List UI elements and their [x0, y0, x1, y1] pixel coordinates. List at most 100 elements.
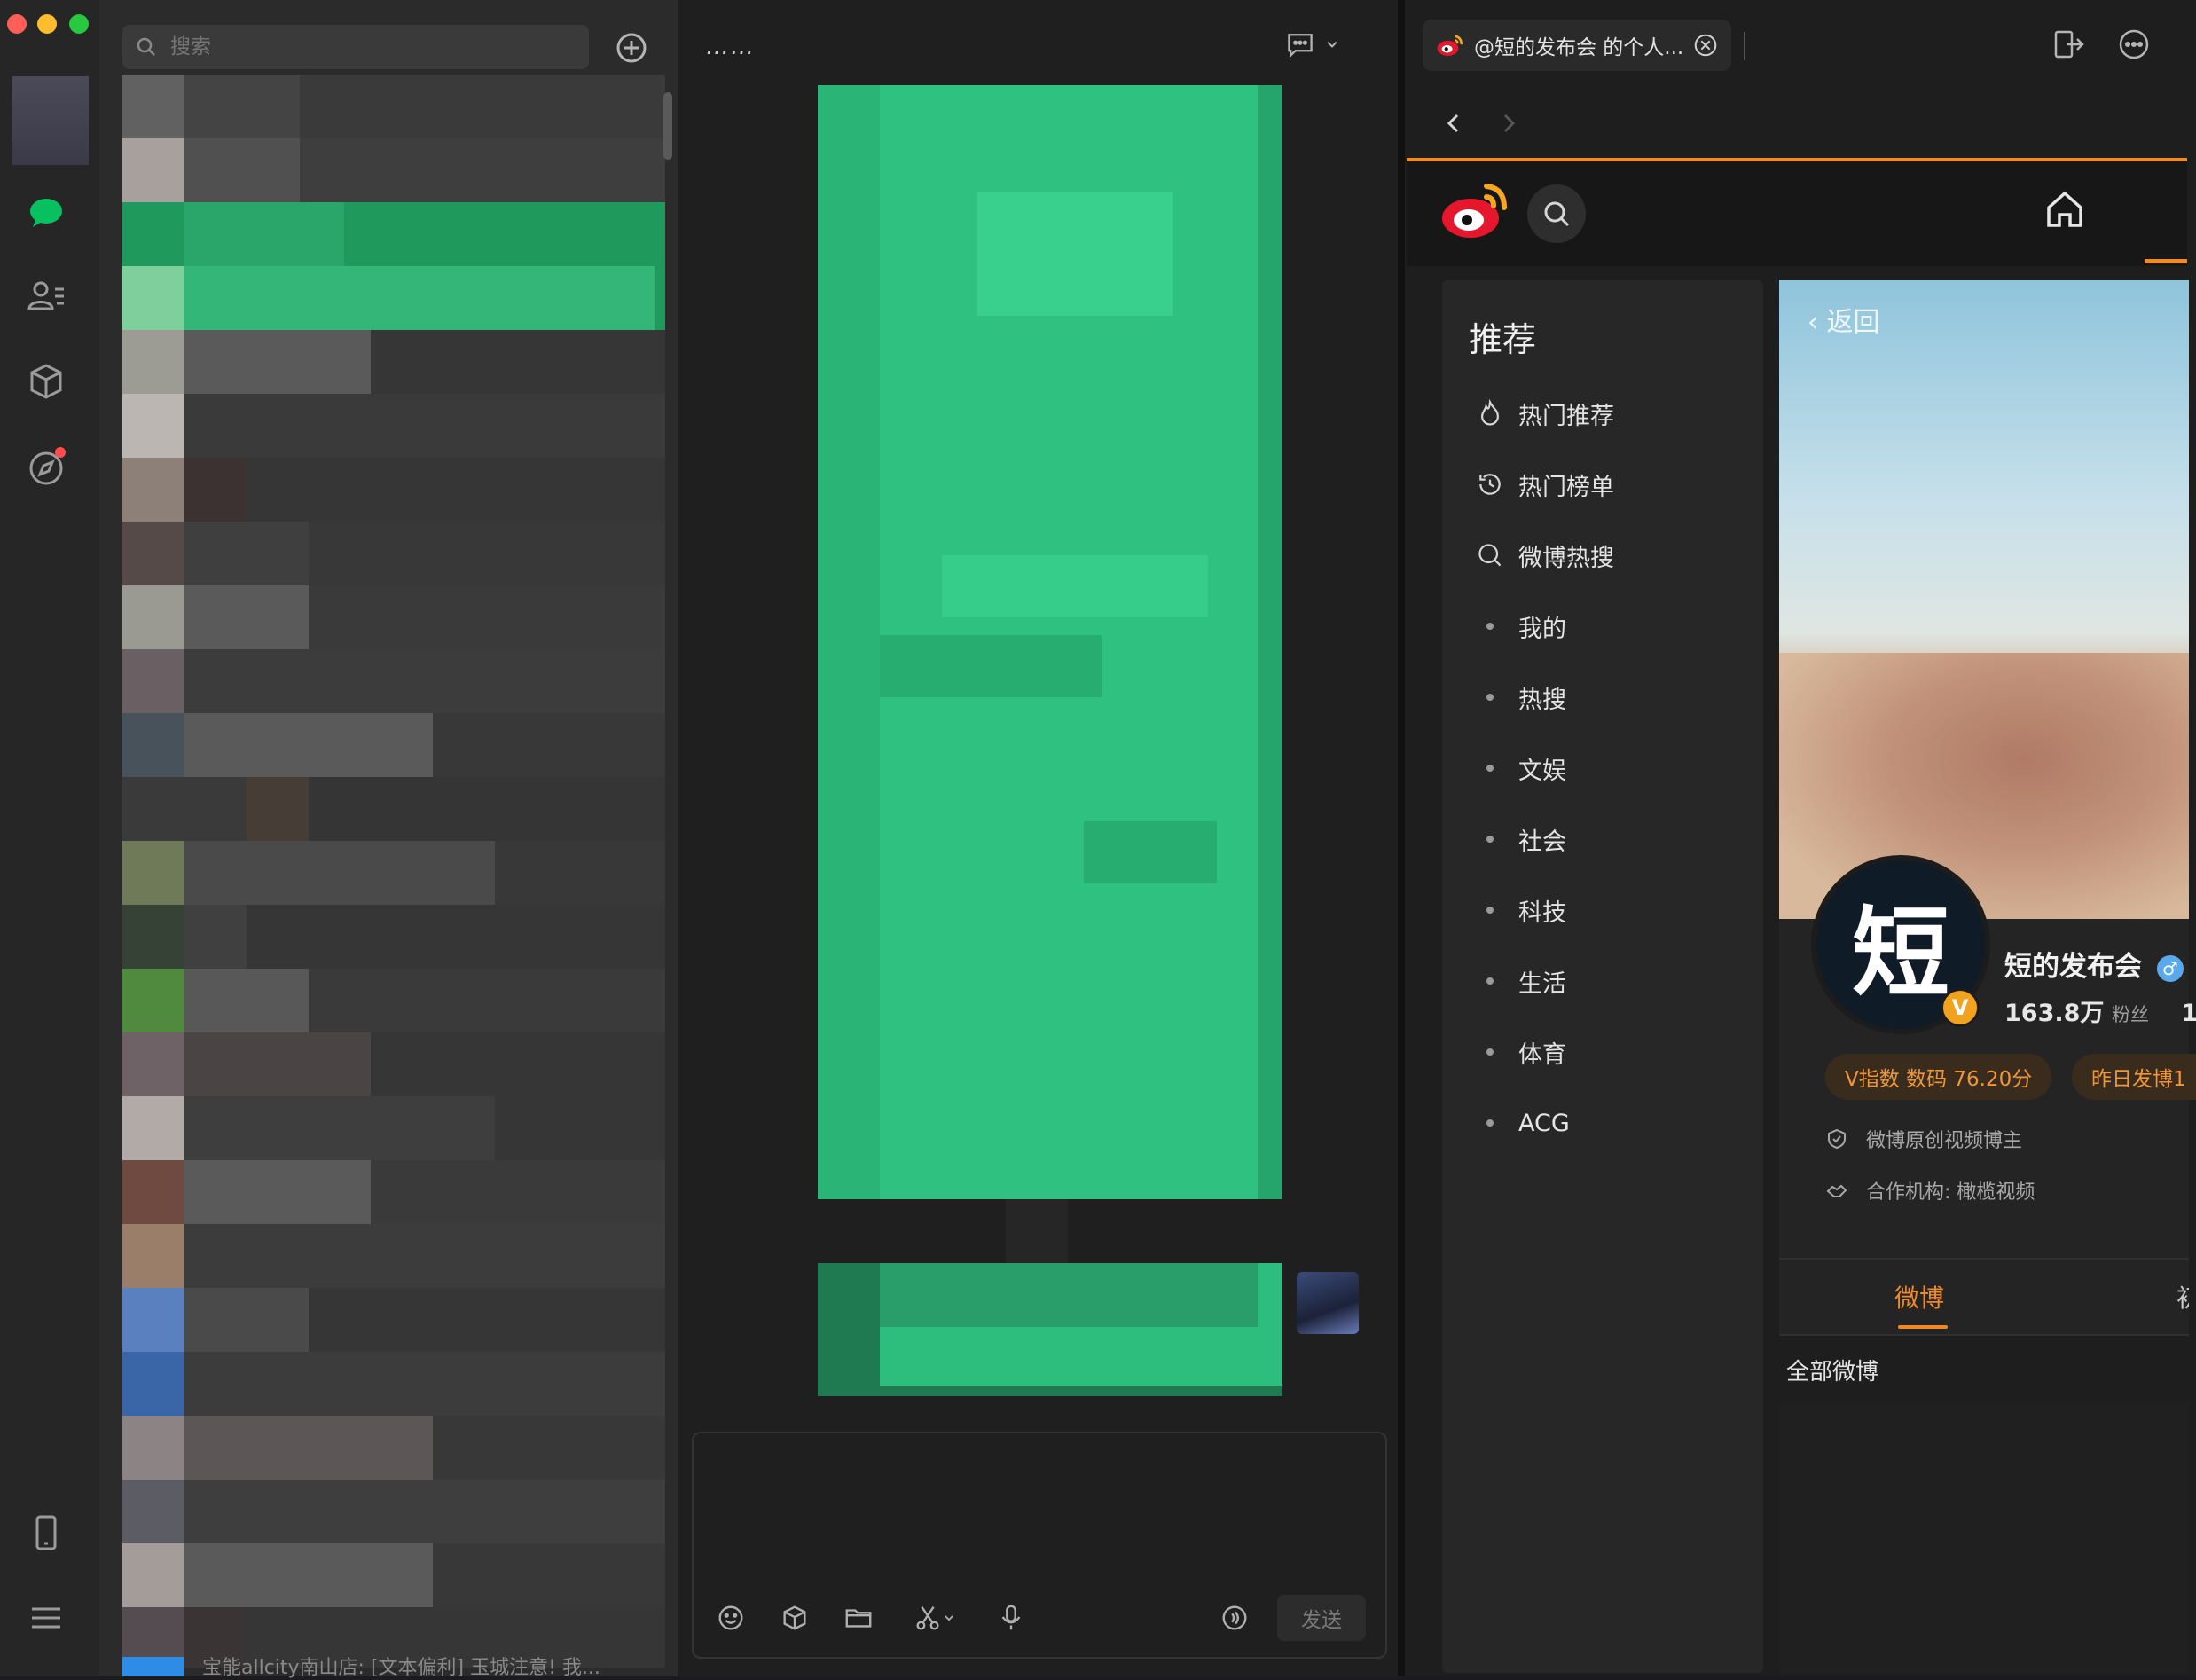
chat-list-item[interactable] — [122, 1160, 665, 1224]
chat-list-item[interactable] — [122, 1096, 665, 1160]
chat-list-scrollbar[interactable] — [663, 92, 672, 160]
search-box[interactable] — [122, 25, 589, 69]
sidebar-item[interactable]: 热门推荐 — [1474, 387, 1614, 440]
window-divider — [1398, 0, 1405, 1676]
message-bubble[interactable] — [818, 1263, 1282, 1396]
menu-icon[interactable] — [20, 1591, 73, 1645]
sidebar-category-item[interactable]: 社会 — [1474, 813, 1566, 866]
bullet-dot — [1486, 694, 1494, 701]
shield-icon — [1828, 1128, 1846, 1150]
sidebar-item[interactable]: 热门榜单 — [1474, 458, 1614, 511]
chat-list-item[interactable] — [122, 458, 665, 522]
browser-tab[interactable]: @短的发布会 的个人... — [1423, 20, 1731, 71]
tab-title: @短的发布会 的个人... — [1474, 36, 1684, 59]
sidebar-heading: 推荐 — [1469, 320, 1537, 359]
close-tab-icon[interactable] — [1692, 32, 1719, 59]
sidebar-item-label: 热门榜单 — [1518, 473, 1614, 501]
chevron-left-icon: ‹ — [1808, 307, 1818, 338]
chat-list-item[interactable] — [122, 394, 665, 458]
sidebar-category-item[interactable]: 热搜 — [1474, 671, 1566, 724]
tab-partial[interactable]: 初 — [2176, 1279, 2189, 1315]
search-icon — [1544, 201, 1570, 227]
sidebar-category-item[interactable]: ACG — [1474, 1096, 1570, 1150]
tab-weibo[interactable]: 微博 — [1894, 1279, 1944, 1315]
home-icon[interactable] — [2042, 186, 2088, 232]
bullet-dot — [1486, 1119, 1494, 1127]
add-chat-button[interactable] — [610, 27, 653, 69]
sidebar-category-item[interactable]: 科技 — [1474, 883, 1566, 937]
scissors-icon[interactable] — [903, 1598, 965, 1637]
chat-list-item[interactable] — [122, 1032, 665, 1096]
chat-list-item[interactable] — [122, 1543, 665, 1607]
yesterday-post-pill[interactable]: 昨日发博1 — [2072, 1054, 2196, 1100]
send-button[interactable]: 发送 — [1277, 1595, 1366, 1641]
sidebar-item[interactable]: 微博热搜 — [1474, 529, 1614, 582]
sidebar-item-label: 热搜 — [1518, 686, 1566, 714]
sidebar-category-item[interactable]: 生活 — [1474, 954, 1566, 1008]
chat-list-item[interactable] — [122, 585, 665, 649]
left-rail — [0, 0, 99, 1676]
more-options-icon[interactable] — [2116, 27, 2155, 66]
weibo-search-button[interactable] — [1527, 184, 1586, 243]
chat-preview-text: 宝能allcity南山店: [文本偏利] 玉城注意! 我... — [202, 1657, 600, 1679]
chat-list-item[interactable] — [122, 75, 665, 138]
voice-call-icon[interactable] — [1215, 1598, 1254, 1637]
forward-arrow-icon[interactable] — [1494, 108, 1524, 138]
phone-icon[interactable] — [20, 1506, 73, 1559]
search-icon — [137, 37, 155, 56]
search-icon — [1474, 539, 1506, 571]
exit-icon[interactable] — [2051, 27, 2090, 66]
bullet-dot — [1486, 977, 1494, 985]
zoom-window-button[interactable] — [69, 14, 89, 34]
self-avatar[interactable] — [12, 76, 89, 165]
avatar-logo-text: 短 — [1852, 896, 1949, 1010]
chat-list-item[interactable] — [122, 777, 665, 841]
search-input[interactable] — [169, 35, 562, 59]
contacts-icon[interactable] — [20, 270, 73, 323]
chat-list-item[interactable] — [122, 969, 665, 1032]
all-weibo-label: 全部微博 — [1786, 1359, 1879, 1386]
chat-list-item-selected[interactable] — [122, 266, 665, 330]
chat-icon[interactable] — [20, 186, 73, 239]
sidebar-item-label: 热门推荐 — [1518, 402, 1614, 430]
emoji-icon[interactable] — [711, 1598, 750, 1637]
chat-list-item[interactable] — [122, 1224, 665, 1288]
chat-list-item[interactable] — [122, 1352, 665, 1416]
sidebar-category-item[interactable]: 体育 — [1474, 1025, 1566, 1079]
verified-badge: V — [1941, 988, 1980, 1027]
back-link[interactable]: ‹ 返回 — [1808, 300, 1880, 339]
sidebar-category-item[interactable]: 我的 — [1474, 600, 1566, 653]
weibo-logo-icon[interactable] — [1439, 177, 1511, 243]
chat-title: …… — [706, 34, 756, 60]
sidebar-item-label: 科技 — [1518, 899, 1566, 927]
minimize-window-button[interactable] — [37, 14, 57, 34]
chat-list-item[interactable] — [122, 522, 665, 585]
chat-list-item[interactable] — [122, 841, 665, 905]
chat-list-item[interactable] — [122, 1480, 665, 1543]
box-icon[interactable] — [775, 1598, 814, 1637]
bullet-dot — [1486, 623, 1494, 630]
chat-list-item[interactable] — [122, 330, 665, 394]
chat-list-item[interactable] — [122, 138, 665, 202]
chat-list-item[interactable] — [122, 905, 665, 969]
compass-icon[interactable] — [20, 440, 73, 493]
chat-list-item-selected[interactable] — [122, 202, 665, 266]
chat-list-item[interactable] — [122, 1288, 665, 1352]
bullet-dot — [1486, 765, 1494, 772]
chevron-down-icon — [1327, 41, 1337, 48]
chat-list-item[interactable] — [122, 1416, 665, 1480]
sidebar-category-item[interactable]: 文娱 — [1474, 742, 1566, 795]
chat-list-item[interactable] — [122, 649, 665, 713]
box-icon[interactable] — [20, 355, 73, 408]
message-bubble[interactable] — [818, 85, 1282, 1199]
back-arrow-icon[interactable] — [1439, 108, 1469, 138]
folder-icon[interactable] — [839, 1598, 878, 1637]
sidebar-item-label: ACG — [1518, 1109, 1570, 1137]
close-window-button[interactable] — [7, 14, 27, 34]
sender-avatar[interactable] — [1297, 1272, 1359, 1334]
chat-more-button[interactable] — [1284, 27, 1346, 62]
v-index-pill[interactable]: V指数 数码 76.20分 — [1825, 1054, 2052, 1100]
chat-bubble-icon — [1288, 34, 1313, 59]
microphone-icon[interactable] — [992, 1598, 1031, 1637]
chat-list-item[interactable] — [122, 713, 665, 777]
